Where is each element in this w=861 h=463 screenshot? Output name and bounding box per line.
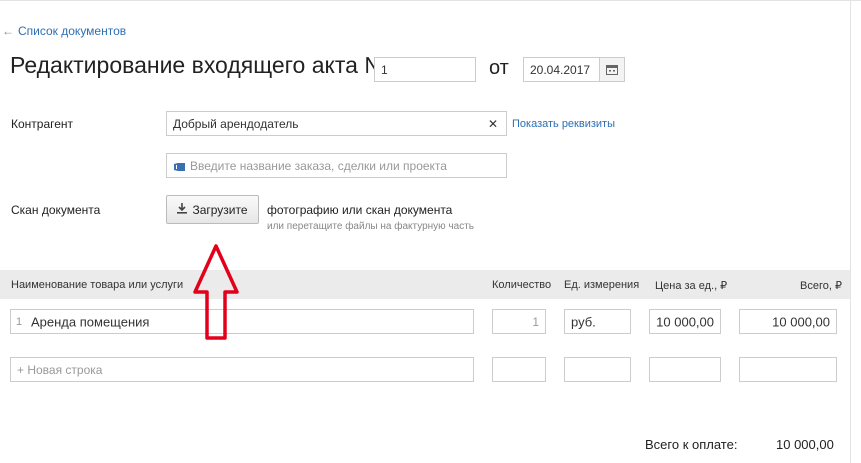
row-qty-value: 1 bbox=[532, 314, 539, 329]
upload-button[interactable]: Загрузите bbox=[166, 195, 259, 224]
right-border bbox=[850, 0, 851, 463]
col-header-price: Цена за ед., ₽ bbox=[655, 280, 728, 292]
upload-hint: фотографию или скан документа bbox=[267, 203, 453, 217]
act-number-input[interactable]: 1 bbox=[374, 57, 476, 82]
show-details-link[interactable]: Показать реквизиты bbox=[512, 118, 615, 130]
project-search-input[interactable]: Введите название заказа, сделки или прое… bbox=[166, 153, 507, 178]
col-header-name: Наименование товара или услуги bbox=[11, 279, 184, 291]
row-number: 1 bbox=[16, 315, 23, 328]
act-number-value: 1 bbox=[381, 62, 388, 77]
date-label: от bbox=[489, 57, 509, 79]
back-to-documents-link[interactable]: ← Список документов bbox=[2, 24, 126, 38]
row-unit-value: руб. bbox=[571, 314, 596, 329]
new-row-total-input[interactable] bbox=[739, 357, 837, 382]
scan-label: Скан документа bbox=[11, 203, 101, 217]
date-value: 20.04.2017 bbox=[530, 62, 591, 77]
new-row-unit-input[interactable] bbox=[564, 357, 631, 382]
row-name-input[interactable]: 1 Аренда помещения bbox=[10, 309, 474, 334]
top-border bbox=[0, 0, 861, 1]
total-label: Всего к оплате: bbox=[645, 437, 738, 452]
date-input[interactable]: 20.04.2017 bbox=[523, 57, 625, 82]
upload-button-label: Загрузите bbox=[192, 202, 248, 217]
new-row-qty-input[interactable] bbox=[492, 357, 546, 382]
counterparty-input[interactable]: Добрый арендодатель ✕ bbox=[166, 111, 507, 136]
counterparty-value: Добрый арендодатель bbox=[173, 116, 299, 131]
page-title: Редактирование входящего акта № bbox=[10, 52, 389, 78]
upload-icon bbox=[177, 202, 188, 217]
annotation-arrow-icon bbox=[193, 244, 239, 340]
row-unit-input[interactable]: руб. bbox=[564, 309, 631, 334]
clear-icon[interactable]: ✕ bbox=[488, 117, 498, 131]
row-price-input[interactable]: 10 000,00 bbox=[649, 309, 721, 334]
row-total-value: 10 000,00 bbox=[772, 314, 830, 329]
total-value: 10 000,00 bbox=[776, 437, 834, 452]
calendar-icon[interactable] bbox=[599, 58, 624, 81]
counterparty-label: Контрагент bbox=[11, 117, 74, 131]
row-price-value: 10 000,00 bbox=[656, 314, 714, 329]
col-header-unit: Ед. измерения bbox=[564, 279, 640, 291]
row-name-value: Аренда помещения bbox=[31, 314, 150, 329]
col-header-total: Всего, ₽ bbox=[800, 280, 842, 292]
upload-subhint: или перетащите файлы на фактурную часть bbox=[267, 221, 475, 232]
col-header-qty: Количество bbox=[492, 279, 552, 291]
new-row-price-input[interactable] bbox=[649, 357, 721, 382]
row-total-input[interactable]: 10 000,00 bbox=[739, 309, 837, 334]
project-icon bbox=[174, 161, 185, 175]
project-search-placeholder: Введите название заказа, сделки или прое… bbox=[190, 158, 447, 173]
row-qty-input[interactable]: 1 bbox=[492, 309, 546, 334]
new-row-input[interactable]: + Новая строка bbox=[10, 357, 474, 382]
new-row-placeholder: + Новая строка bbox=[17, 362, 103, 377]
back-link-label: Список документов bbox=[18, 24, 127, 38]
back-arrow-icon: ← bbox=[2, 24, 14, 38]
